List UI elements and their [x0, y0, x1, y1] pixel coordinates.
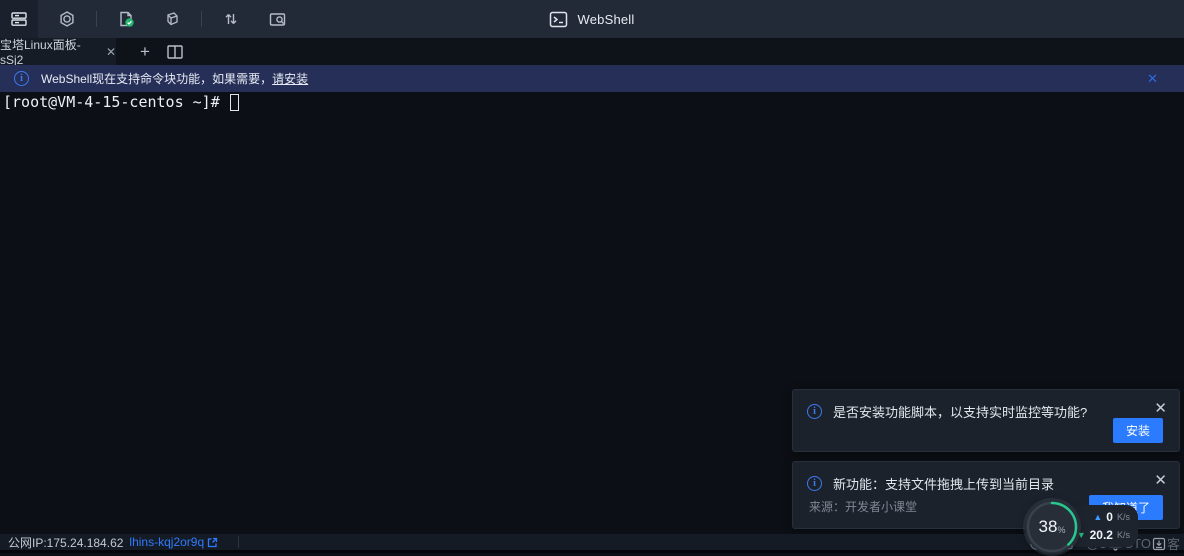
info-icon: i — [807, 404, 822, 419]
panel-grid-icon — [10, 10, 28, 28]
install-script-toast: i 是否安装功能脚本，以支持实时监控等功能? ✕ 安装 — [792, 389, 1180, 452]
tab-close-icon[interactable]: ✕ — [106, 46, 116, 58]
load-gauge[interactable]: 38% — [1025, 500, 1079, 554]
download-value: 20.2 — [1090, 528, 1113, 542]
download-icon[interactable] — [1152, 537, 1166, 551]
gear-icon — [58, 10, 76, 28]
find-window-icon — [268, 10, 287, 29]
terminal-prompt: [root@VM-4-15-centos ~]# — [3, 93, 239, 111]
info-icon: i — [14, 71, 29, 86]
external-link-icon — [207, 537, 218, 548]
top-toolbar: WebShell — [0, 0, 1184, 38]
toast-head: i 新功能：支持文件拖拽上传到当前目录 — [793, 462, 1179, 493]
plugin-button[interactable] — [155, 0, 189, 38]
download-speed-row: ▼ 20.2K/s — [1080, 526, 1130, 544]
info-icon: i — [807, 476, 822, 491]
toolbar-divider — [201, 11, 202, 27]
instance-link[interactable]: lhins-kqj2or9q — [129, 535, 218, 549]
webshell-info-banner: i WebShell现在支持命令块功能，如果需要，请安装 ✕ — [0, 65, 1184, 92]
file-check-icon — [117, 10, 136, 29]
split-view-button[interactable] — [160, 38, 190, 65]
upload-value: 0 — [1106, 510, 1113, 524]
gauge-label: 38% — [1025, 500, 1079, 554]
split-view-icon — [167, 45, 183, 59]
install-button[interactable]: 安装 — [1113, 418, 1163, 443]
toast-close-icon[interactable]: ✕ — [1154, 399, 1167, 417]
status-left-group: 公网IP:175.24.184.62 lhins-kqj2or9q — [0, 534, 239, 551]
toast-head: i 是否安装功能脚本，以支持实时监控等功能? — [793, 390, 1179, 421]
panel-grid-button[interactable] — [0, 0, 38, 38]
tab-label: 宝塔Linux面板-sSj2 — [0, 36, 99, 67]
tab-baota-panel[interactable]: 宝塔Linux面板-sSj2 ✕ — [0, 38, 116, 65]
find-window-button[interactable] — [260, 0, 294, 38]
banner-install-link[interactable]: 请安装 — [272, 72, 308, 86]
toast-close-icon[interactable]: ✕ — [1154, 471, 1167, 489]
terminal-cursor — [230, 94, 239, 111]
toast-source-label: 来源：开发者小课堂 — [809, 498, 917, 515]
terminal-icon — [549, 10, 568, 29]
sort-button[interactable] — [214, 0, 248, 38]
app-title: WebShell — [577, 12, 634, 27]
webshell-app: WebShell 宝塔Linux面板-sSj2 ✕ + i WebShell现在… — [0, 0, 1184, 556]
banner-close-icon[interactable]: ✕ — [1147, 65, 1158, 92]
command-blocks-button[interactable] — [109, 0, 143, 38]
download-unit: K/s — [1117, 530, 1130, 540]
upload-speed-row: ▲ 0 K/s — [1080, 508, 1130, 526]
toast-message: 新功能：支持文件拖拽上传到当前目录 — [833, 474, 1054, 493]
toolbar-divider — [96, 11, 97, 27]
banner-message: WebShell现在支持命令块功能，如果需要，请安装 — [41, 70, 308, 87]
status-divider — [238, 536, 239, 548]
gauge-value: 38 — [1039, 517, 1058, 537]
sort-arrows-icon — [222, 10, 240, 28]
cube-icon — [163, 10, 181, 28]
gauge-unit: % — [1057, 525, 1065, 535]
tab-bar: 宝塔Linux面板-sSj2 ✕ + — [0, 38, 1184, 65]
settings-button[interactable] — [50, 0, 84, 38]
public-ip-label: 公网IP:175.24.184.62 — [8, 534, 123, 551]
upload-unit: K/s — [1117, 512, 1130, 522]
watermark-text: 客 — [1167, 534, 1180, 553]
status-bar: 公网IP:175.24.184.62 lhins-kqj2or9q @5 — [0, 534, 1184, 553]
new-tab-button[interactable]: + — [130, 38, 160, 65]
toast-message: 是否安装功能脚本，以支持实时监控等功能? — [833, 402, 1087, 421]
upload-arrow-icon: ▲ — [1093, 513, 1102, 522]
